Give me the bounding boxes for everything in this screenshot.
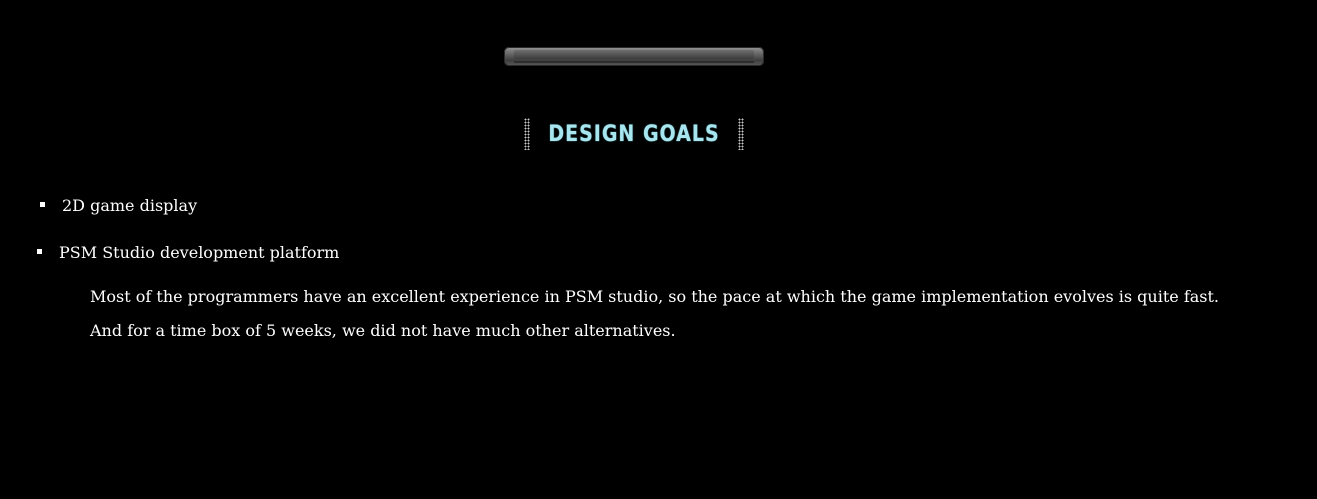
page-title: DESIGN GOALS — [548, 121, 720, 147]
square-bullet-icon — [37, 249, 42, 254]
section-heading: DESIGN GOALS — [524, 117, 744, 151]
dotted-ornament-left-icon — [524, 118, 531, 150]
metal-bar-divider — [504, 47, 764, 66]
square-bullet-icon — [40, 202, 45, 207]
list-item: 2D game display — [62, 196, 198, 215]
dotted-ornament-right-icon — [737, 118, 744, 150]
list-item-description: Most of the programmers have an excellen… — [90, 287, 1220, 340]
list-item: PSM Studio development platform — [59, 243, 340, 262]
